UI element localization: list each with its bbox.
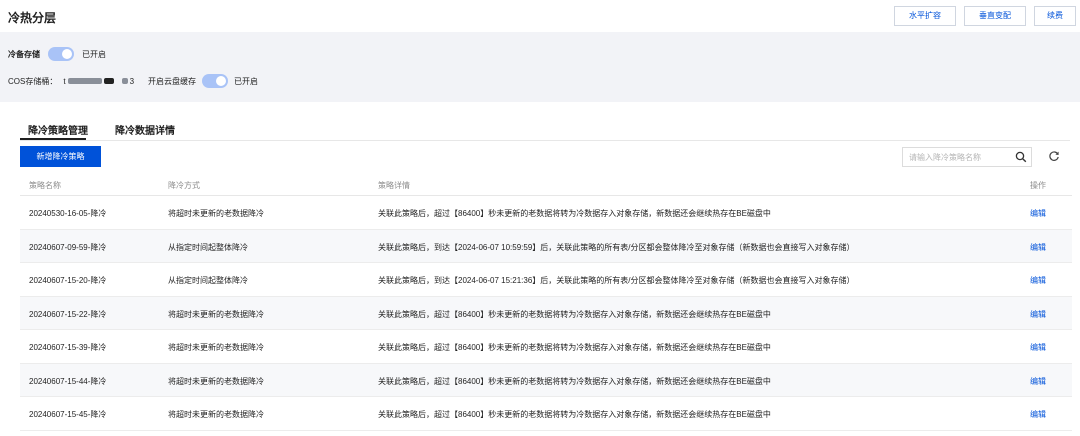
column-header-name: 策略名称 xyxy=(29,181,61,190)
edit-link[interactable]: 编辑 xyxy=(1030,242,1046,253)
tab-cooldown-policy[interactable]: 降冷策略管理 xyxy=(28,122,88,137)
policy-panel: 降冷策略管理 降冷数据详情 新增降冷策略 策略名称 降冷方式 策略详情 操作 2… xyxy=(8,102,1072,436)
table-row: 20240607-15-39-降冷 将超时未更新的老数据降冷 关联此策略后，超过… xyxy=(20,330,1072,364)
cloud-disk-cache-status: 已开启 xyxy=(234,76,259,86)
policy-name: 20240607-15-39-降冷 xyxy=(29,343,107,352)
settings-panel: 冷备存储 已开启 COS存储桶： t 3 开启云盘缓存 已开启 xyxy=(0,32,1080,102)
search-box xyxy=(902,147,1032,167)
tab-cooldown-data[interactable]: 降冷数据详情 xyxy=(115,122,175,137)
table-body: 20240530-16-05-降冷 将超时未更新的老数据降冷 关联此策略后，超过… xyxy=(20,196,1072,431)
redacted-mark xyxy=(67,78,102,84)
policy-name: 20240607-15-20-降冷 xyxy=(29,276,107,285)
cos-bucket-row: COS存储桶： t 3 开启云盘缓存 已开启 xyxy=(8,74,258,88)
cold-storage-toggle[interactable] xyxy=(48,47,74,61)
policy-method: 将超时未更新的老数据降冷 xyxy=(168,376,264,386)
column-header-method: 降冷方式 xyxy=(168,181,200,190)
table-row: 20240607-15-45-降冷 将超时未更新的老数据降冷 关联此策略后，超过… xyxy=(20,397,1072,431)
edit-link[interactable]: 编辑 xyxy=(1030,208,1046,219)
policy-name: 20240607-09-59-降冷 xyxy=(29,242,107,252)
cos-bucket-value: t 3 xyxy=(63,77,134,86)
edit-link[interactable]: 编辑 xyxy=(1030,275,1046,286)
table-header: 策略名称 降冷方式 策略详情 操作 xyxy=(20,174,1072,196)
policy-name: 20240607-15-44-降冷 xyxy=(29,376,107,386)
table-row: 20240607-09-59-降冷 从指定时间起整体降冷 关联此策略后，到达【2… xyxy=(20,229,1072,263)
policy-name: 20240530-16-05-降冷 xyxy=(29,209,107,218)
table-row: 20240607-15-44-降冷 将超时未更新的老数据降冷 关联此策略后，超过… xyxy=(20,363,1072,397)
policy-name: 20240607-15-22-降冷 xyxy=(29,309,107,319)
redacted-mark xyxy=(121,78,128,84)
edit-link[interactable]: 编辑 xyxy=(1030,409,1046,420)
redacted-mark xyxy=(103,78,114,84)
cos-bucket-label: COS存储桶： xyxy=(8,76,58,86)
policy-method: 将超时未更新的老数据降冷 xyxy=(168,309,264,319)
edit-link[interactable]: 编辑 xyxy=(1030,309,1046,320)
edit-link[interactable]: 编辑 xyxy=(1030,342,1046,353)
policy-detail: 关联此策略后，超过【86400】秒未更新的老数据将转为冷数据存入对象存储，新数据… xyxy=(378,209,771,218)
edit-link[interactable]: 编辑 xyxy=(1030,376,1046,387)
scale-out-button[interactable]: 水平扩容 xyxy=(894,6,956,26)
policy-detail: 关联此策略后，超过【86400】秒未更新的老数据将转为冷数据存入对象存储，新数据… xyxy=(378,343,771,352)
policy-detail: 关联此策略后，超过【86400】秒未更新的老数据将转为冷数据存入对象存储，新数据… xyxy=(378,376,771,386)
cold-storage-label: 冷备存储 xyxy=(8,49,40,59)
toggle-knob xyxy=(216,76,227,86)
table-row: 20240607-15-22-降冷 将超时未更新的老数据降冷 关联此策略后，超过… xyxy=(20,296,1072,330)
cloud-disk-cache-label: 开启云盘缓存 xyxy=(148,76,197,86)
renew-button[interactable]: 续费 xyxy=(1034,6,1076,26)
policy-detail: 关联此策略后，超过【86400】秒未更新的老数据将转为冷数据存入对象存储，新数据… xyxy=(378,410,771,419)
policy-detail: 关联此策略后，到达【2024-06-07 10:59:59】后，关联此策略的所有… xyxy=(378,242,855,252)
policy-detail: 关联此策略后，到达【2024-06-07 15:21:36】后，关联此策略的所有… xyxy=(378,276,855,285)
policy-method: 从指定时间起整体降冷 xyxy=(168,242,248,252)
refresh-icon[interactable] xyxy=(1048,150,1060,162)
toggle-knob xyxy=(62,49,72,59)
policy-method: 将超时未更新的老数据降冷 xyxy=(168,410,264,419)
search-icon[interactable] xyxy=(1015,151,1027,163)
cos-bucket-suffix: 3 xyxy=(129,76,135,86)
search-input[interactable] xyxy=(909,150,1009,164)
top-bar: 冷热分层 水平扩容 垂直变配 续费 xyxy=(0,0,1080,32)
table-row: 20240607-15-20-降冷 从指定时间起整体降冷 关联此策略后，到达【2… xyxy=(20,263,1072,297)
policy-method: 从指定时间起整体降冷 xyxy=(168,276,248,285)
cos-bucket-prefix: t xyxy=(63,76,66,86)
active-tab-indicator xyxy=(20,138,86,140)
policy-method: 将超时未更新的老数据降冷 xyxy=(168,209,264,218)
add-policy-button[interactable]: 新增降冷策略 xyxy=(20,146,101,167)
cloud-disk-cache-toggle[interactable] xyxy=(202,74,229,88)
page-title: 冷热分层 xyxy=(8,11,57,25)
cold-storage-row: 冷备存储 已开启 xyxy=(8,47,106,61)
column-header-detail: 策略详情 xyxy=(378,181,410,190)
table-row: 20240530-16-05-降冷 将超时未更新的老数据降冷 关联此策略后，超过… xyxy=(20,196,1072,230)
cold-storage-status: 已开启 xyxy=(82,49,106,59)
resize-button[interactable]: 垂直变配 xyxy=(964,6,1026,26)
column-header-action: 操作 xyxy=(1030,181,1046,190)
policy-detail: 关联此策略后，超过【86400】秒未更新的老数据将转为冷数据存入对象存储，新数据… xyxy=(378,309,771,319)
policy-name: 20240607-15-45-降冷 xyxy=(29,410,107,419)
policy-method: 将超时未更新的老数据降冷 xyxy=(168,343,264,352)
tabs-divider xyxy=(20,140,1070,141)
